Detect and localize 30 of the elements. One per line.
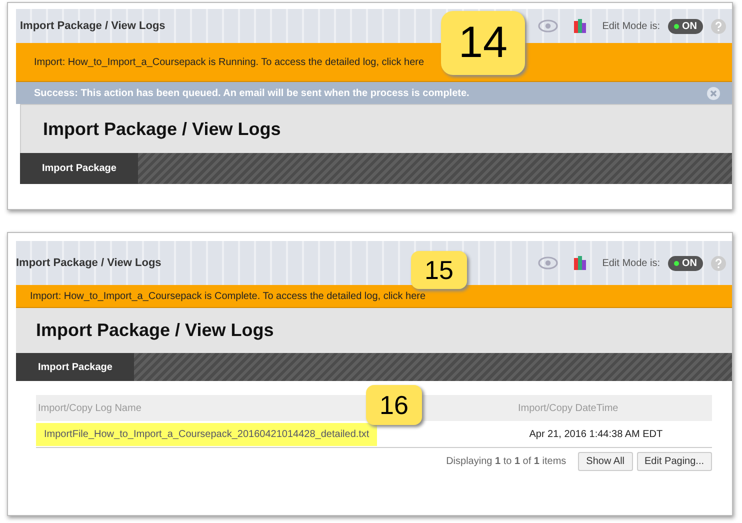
page-title: Import Package / View Logs	[36, 320, 274, 341]
paging-button[interactable]: Show All	[578, 452, 633, 471]
paging-info: Displaying 1 to 1 of 1 items	[446, 456, 566, 467]
edit-mode-label: Edit Mode is:	[602, 258, 660, 268]
column-header: Import/Copy Log Name	[38, 402, 142, 414]
help-icon[interactable]	[711, 256, 726, 270]
step-callout: 15	[411, 251, 467, 289]
column-header: Import/Copy DateTime	[518, 402, 618, 414]
tab[interactable]: Import Package	[20, 153, 138, 184]
log-file-link[interactable]: ImportFile_How_to_Import_a_Coursepack_20160421014428_detailed.txt	[36, 422, 378, 446]
import-status-message: Import: How_to_Import_a_Coursepack is Running. To access the detailed log, click here	[34, 56, 424, 68]
color-palette-icon[interactable]	[574, 19, 586, 33]
step-callout: 16	[366, 385, 422, 425]
edit-mode-label: Edit Mode is:	[602, 20, 660, 32]
breadcrumb[interactable]: Import Package / View Logs	[16, 257, 162, 269]
help-icon[interactable]	[711, 18, 726, 34]
step-callout: 14	[441, 11, 525, 75]
page-title: Import Package / View Logs	[43, 118, 281, 140]
color-palette-icon[interactable]	[574, 256, 586, 270]
tab[interactable]: Import Package	[16, 353, 134, 381]
edit-mode-toggle[interactable]: ON	[668, 18, 703, 34]
import-status-message: Import: How_to_Import_a_Coursepack is Complete. To access the detailed log, click here	[30, 290, 426, 302]
success-message: Success: This action has been queued. An email will be sent when the process is complete.	[34, 88, 470, 98]
paging-button[interactable]: Edit Paging...	[636, 452, 712, 471]
breadcrumb[interactable]: Import Package / View Logs	[20, 20, 166, 32]
eye-icon[interactable]	[538, 256, 558, 270]
close-icon[interactable]	[707, 86, 720, 100]
eye-icon[interactable]	[538, 19, 558, 33]
table-cell-text: Apr 21, 2016 1:44:38 AM EDT	[528, 428, 664, 440]
edit-mode-toggle[interactable]: ON	[668, 256, 703, 270]
